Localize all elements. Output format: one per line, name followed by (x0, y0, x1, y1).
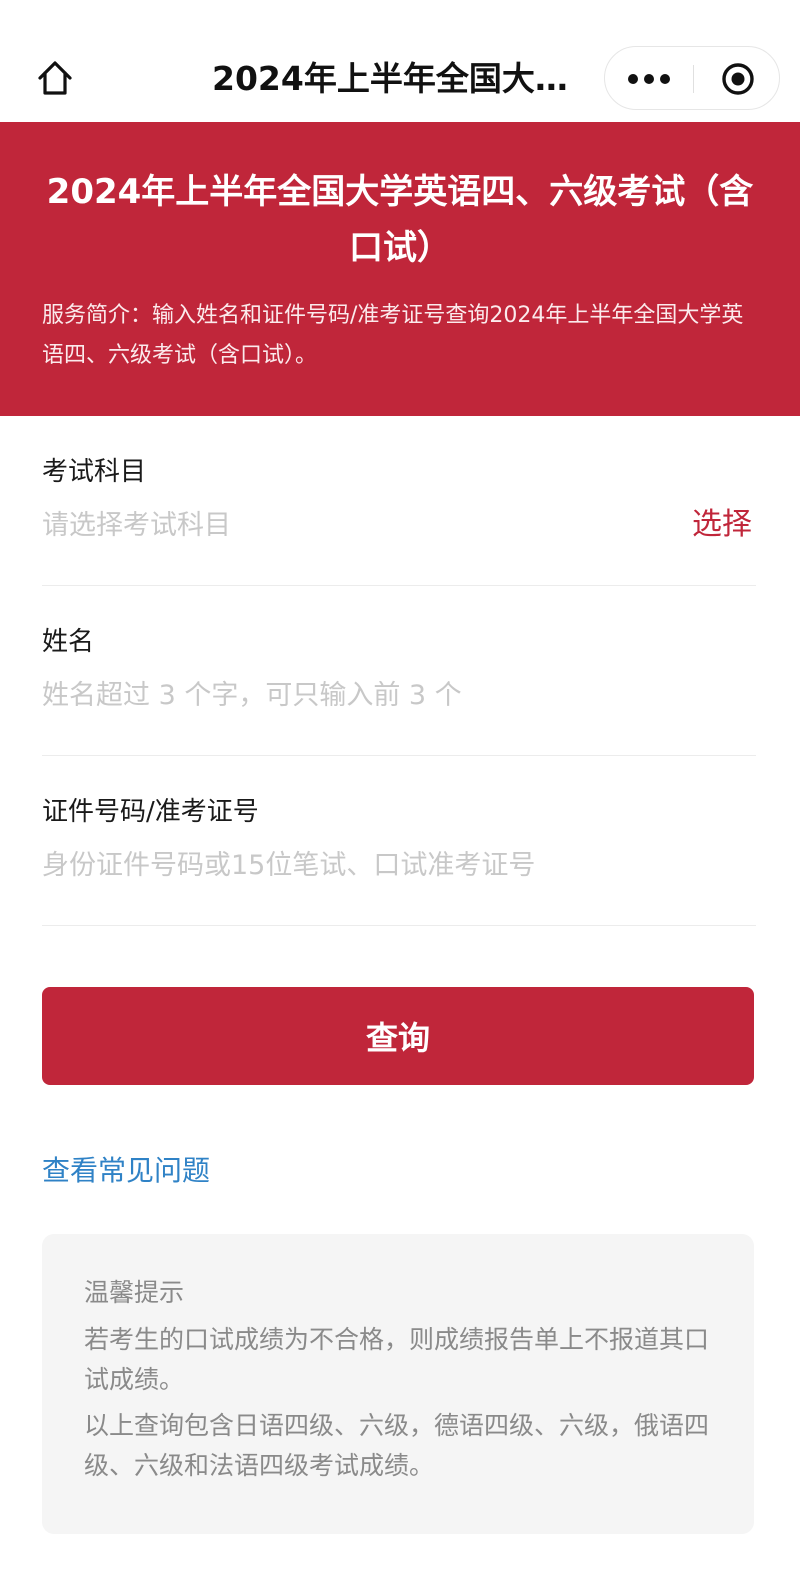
more-button[interactable] (605, 47, 693, 111)
faq-link[interactable]: 查看常见问题 (42, 1150, 210, 1192)
mini-program-capsule (604, 46, 780, 110)
more-dots-icon (628, 74, 670, 84)
id-number-input[interactable] (42, 844, 756, 886)
tip-item: 若考生的口试成绩为不合格，则成绩报告单上不报道其口试成绩。 (84, 1325, 710, 1394)
select-subject-button[interactable]: 选择 (692, 504, 752, 546)
page-title: 2024年上半年全国大学英语四、六级考试（含口试） (212, 59, 584, 98)
tips-panel: 温馨提示 若考生的口试成绩为不合格，则成绩报告单上不报道其口试成绩。 以上查询包… (42, 1234, 754, 1534)
subject-input[interactable] (42, 504, 642, 546)
tip-item: 以上查询包含日语四级、六级，德语四级、六级，俄语四级、六级和法语四级考试成绩。 (84, 1411, 710, 1480)
home-icon (38, 61, 72, 95)
subject-field: 考试科目 选择 (42, 440, 756, 586)
subject-label: 考试科目 (42, 457, 147, 487)
home-button[interactable] (34, 57, 76, 99)
target-circle-icon (721, 63, 754, 95)
id-number-label: 证件号码/准考证号 (42, 797, 259, 827)
name-label: 姓名 (42, 627, 95, 657)
name-input[interactable] (42, 674, 756, 716)
name-field: 姓名 (42, 586, 756, 756)
service-description: 服务简介：输入姓名和证件号码/准考证号查询2024年上半年全国大学英语四、六级考… (42, 303, 744, 368)
query-button[interactable]: 查询 (42, 987, 754, 1085)
id-number-field: 证件号码/准考证号 (42, 756, 756, 926)
banner-title: 2024年上半年全国大学英语四、六级考试（含口试） (46, 172, 754, 268)
close-button[interactable] (694, 47, 781, 111)
navigation-bar: 2024年上半年全国大学英语四、六级考试（含口试） (0, 0, 800, 122)
header-banner: 2024年上半年全国大学英语四、六级考试（含口试） 服务简介：输入姓名和证件号码… (0, 122, 800, 416)
tips-title: 温馨提示 (84, 1278, 185, 1307)
